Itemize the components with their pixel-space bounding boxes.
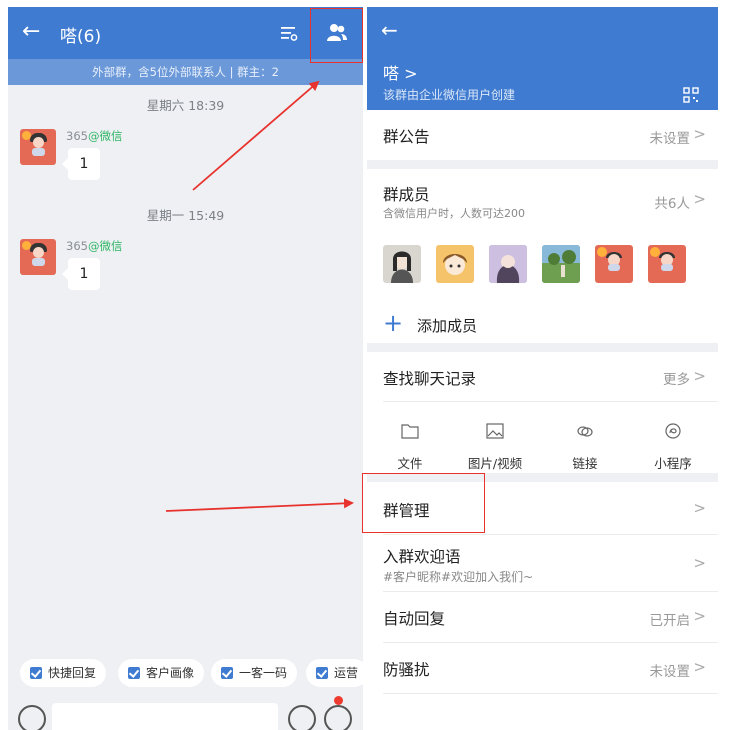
member-avatar[interactable] [436,245,474,283]
links-label: 链接 [572,456,598,471]
member-avatar[interactable] [489,245,527,283]
back-arrow-icon[interactable]: ← [381,19,398,41]
section-gap [367,343,718,352]
member-avatar[interactable] [542,245,580,283]
folder-icon [401,424,419,439]
screenshot-root: ← 嗒(6) 外部群，含5位外部联系人 | 群主：2 星期六 18:39 365… [0,0,733,730]
message-bubble[interactable]: 1 [62,148,100,180]
message-bubble[interactable]: 1 [62,258,100,290]
sender-name: 365@微信 [66,128,122,144]
checkbox-icon [30,667,42,679]
section-gap [367,160,718,169]
checkbox-icon [128,667,140,679]
operations-chip[interactable]: 运营 [306,659,363,687]
checkbox-icon [221,667,233,679]
sender-name: 365@微信 [66,238,122,254]
emoji-icon[interactable] [288,705,316,730]
files-shortcut[interactable]: 文件 [370,422,450,472]
link-icon [577,426,593,437]
image-icon [486,423,504,439]
highlight-members-button [310,8,363,63]
sender-name-text: 365 [66,239,88,253]
images-videos-shortcut[interactable]: 图片/视频 [455,422,535,472]
auto-reply-row[interactable]: 自动回复 已开启 > [367,592,718,642]
plus-icon: + [383,309,404,337]
chevron-right-icon: > [693,125,706,143]
welcome-message-title: 入群欢迎语 [383,548,461,566]
members-row[interactable]: 群成员 含微信用户时，人数可达200 共6人 > [367,169,718,231]
chevron-right-icon: > [693,607,706,625]
voice-icon[interactable] [18,705,46,730]
mini-program-icon [665,423,681,439]
announcement-value: 未设置 [649,131,691,147]
back-arrow-icon[interactable]: ← [22,19,40,45]
anti-harassment-title: 防骚扰 [383,661,430,679]
members-title: 群成员 [383,186,430,204]
search-history-more: 更多 [663,372,690,388]
plus-icon[interactable] [324,705,352,730]
member-avatar[interactable] [648,245,686,283]
highlight-group-management [362,473,485,533]
chat-menu-icon[interactable] [280,24,298,42]
message-timestamp: 星期一 15:49 [146,208,225,223]
qr-code-icon[interactable] [683,87,699,103]
mini-programs-label: 小程序 [654,456,692,471]
sender-avatar[interactable] [20,129,56,165]
images-videos-label: 图片/视频 [467,456,523,471]
message-input[interactable] [52,703,278,730]
chat-title: 嗒(6) [60,27,102,47]
customer-profile-chip[interactable]: 客户画像 [118,659,205,687]
chip-label: 运营 [334,666,359,680]
sender-name-text: 365 [66,129,88,143]
announcement-row[interactable]: 群公告 未设置 > [367,110,718,160]
search-history-title: 查找聊天记录 [383,370,477,388]
mini-programs-shortcut[interactable]: 小程序 [633,422,713,472]
welcome-message-row[interactable]: 入群欢迎语 #客户昵称#欢迎加入我们~ > [367,535,718,591]
member-avatar[interactable] [595,245,633,283]
auto-reply-title: 自动回复 [383,610,446,628]
group-name[interactable]: 嗒 > [383,60,418,84]
sender-avatar[interactable] [20,239,56,275]
notification-dot-icon [334,696,343,705]
chevron-right-icon: > [693,190,706,208]
member-avatar[interactable] [383,245,421,283]
group-info-screen: ← 嗒 > 该群由企业微信用户创建 群公告 未设置 > 群成员 含微信用户时，人… [367,7,718,730]
message-input-bar [8,697,363,730]
divider [383,693,718,694]
chevron-right-icon: > [693,658,706,676]
chip-label: 快捷回复 [48,666,97,680]
search-history-row[interactable]: 查找聊天记录 更多 > [367,352,718,402]
chip-label: 客户画像 [146,666,195,680]
divider [383,401,718,402]
checkbox-icon [316,667,328,679]
add-member-label: 添加成员 [417,317,478,335]
auto-reply-value: 已开启 [649,613,691,629]
anti-harassment-value: 未设置 [649,664,691,680]
customer-code-chip[interactable]: 一客一码 [211,659,298,687]
members-count: 共6人 [654,196,690,212]
sender-wechat-tag: @微信 [87,129,123,143]
members-subtitle: 含微信用户时，人数可达200 [383,207,525,220]
group-info-header: ← 嗒 > 该群由企业微信用户创建 [367,7,718,110]
group-created-by: 该群由企业微信用户创建 [383,88,516,102]
announcement-title: 群公告 [383,128,430,146]
links-shortcut[interactable]: 链接 [545,422,625,472]
sender-wechat-tag: @微信 [87,239,123,253]
anti-harassment-row[interactable]: 防骚扰 未设置 > [367,643,718,693]
chevron-right-icon: > [693,367,706,385]
chip-label: 一客一码 [239,666,288,680]
chat-screen: ← 嗒(6) 外部群，含5位外部联系人 | 群主：2 星期六 18:39 365… [8,7,363,730]
chevron-right-icon: > [693,499,706,517]
welcome-message-preview: #客户昵称#欢迎加入我们~ [383,570,534,584]
message-timestamp: 星期六 18:39 [146,98,225,113]
files-label: 文件 [397,456,423,471]
chevron-right-icon: > [693,554,706,572]
quick-action-bar: 快捷回复 客户画像 一客一码 运营 [8,651,363,697]
quick-reply-chip[interactable]: 快捷回复 [20,659,107,687]
